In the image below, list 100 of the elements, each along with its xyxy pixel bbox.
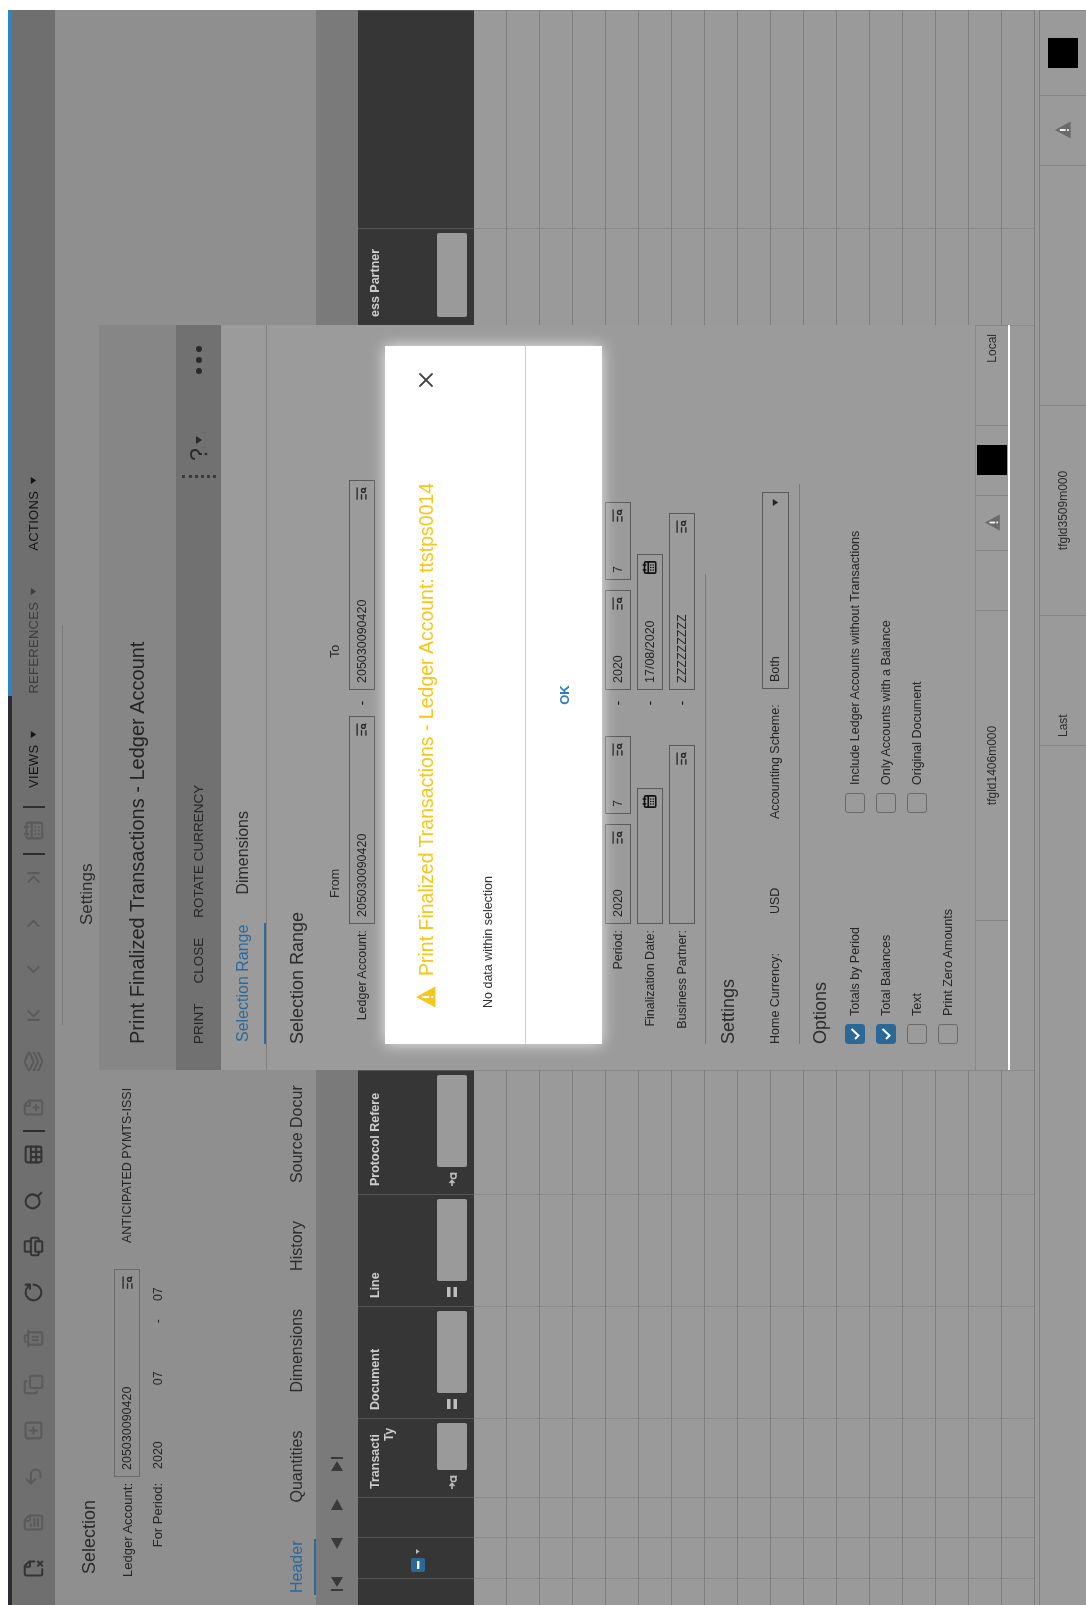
- equals-filter-icon[interactable]: [445, 1286, 459, 1298]
- dialog-title: Print Finalized Transactions - Ledger Account: ttstps0014: [414, 482, 438, 976]
- field-label: For Period:: [150, 1483, 165, 1550]
- tab[interactable]: History: [280, 1219, 316, 1273]
- column-header[interactable]: Line: [368, 1199, 382, 1298]
- date-field[interactable]: 17/08/2020: [636, 554, 663, 690]
- last-record-icon[interactable]: [329, 1455, 345, 1473]
- search-icon[interactable]: [23, 1190, 44, 1211]
- warning-icon: [415, 986, 437, 1008]
- select-all-checkbox[interactable]: [410, 1548, 425, 1572]
- option-checkbox[interactable]: Original Document: [907, 413, 927, 813]
- year-field[interactable]: 2020: [604, 824, 631, 924]
- period-field[interactable]: 7: [604, 502, 631, 580]
- business-partner-field[interactable]: [668, 745, 695, 924]
- option-checkbox[interactable]: Include Ledger Accounts without Transactions: [845, 413, 865, 813]
- tab[interactable]: Quantities: [280, 1428, 316, 1505]
- period-value: 07: [150, 1371, 165, 1386]
- ledger-account-field[interactable]: 205030090420: [348, 716, 375, 924]
- text-filter-icon[interactable]: [446, 1475, 458, 1489]
- checkbox[interactable]: [938, 1024, 958, 1044]
- menu-button[interactable]: VIEWS: [26, 711, 41, 806]
- business-partner-field[interactable]: ZZZZZZZZZ: [668, 513, 695, 690]
- checkbox[interactable]: [845, 793, 865, 813]
- equals-filter-icon[interactable]: [445, 1398, 459, 1410]
- filter-field[interactable]: [437, 1311, 467, 1393]
- printer-icon[interactable]: [23, 1236, 44, 1257]
- session-text: tfgld1406m000: [985, 725, 999, 806]
- field-label: Accounting Scheme:: [768, 703, 782, 819]
- field-label: Ledger Account:: [354, 930, 369, 1023]
- column-header[interactable]: Document: [368, 1311, 382, 1410]
- checkbox[interactable]: [876, 793, 896, 813]
- document-x-icon[interactable]: [23, 1558, 44, 1579]
- breadcrumb[interactable]: Settings: [77, 863, 99, 925]
- search-list-icon[interactable]: [354, 486, 369, 501]
- search-list-icon[interactable]: [354, 722, 369, 737]
- option-checkbox[interactable]: Only Accounts with a Balance: [876, 413, 896, 813]
- range-separator: -: [610, 699, 625, 708]
- field-label: Period:: [610, 930, 625, 972]
- search-list-icon[interactable]: [674, 519, 689, 534]
- help-icon[interactable]: [189, 435, 208, 461]
- column-header[interactable]: Protocol Refere: [368, 1075, 382, 1186]
- range-separator: -: [354, 699, 369, 708]
- option-checkbox[interactable]: Print Zero Amounts: [938, 813, 958, 1044]
- accounting-scheme-dropdown[interactable]: Both: [761, 492, 789, 689]
- search-list-icon[interactable]: [674, 751, 689, 766]
- more-icon[interactable]: [194, 345, 203, 375]
- status-text: Last: [1056, 714, 1070, 737]
- ok-button[interactable]: OK: [552, 677, 576, 713]
- check-icon: [881, 1028, 891, 1040]
- calendar-icon[interactable]: [642, 560, 657, 575]
- range-separator: -: [150, 1319, 165, 1324]
- calendar-icon[interactable]: [642, 794, 657, 809]
- menu-button[interactable]: ACTIONS: [26, 457, 41, 569]
- date-field[interactable]: [636, 788, 663, 924]
- check-icon: [850, 1028, 860, 1040]
- text-filter-icon[interactable]: [446, 1172, 458, 1186]
- search-list-icon[interactable]: [610, 830, 625, 845]
- tab[interactable]: Dimensions: [280, 1306, 316, 1395]
- status-indicator: [1048, 38, 1078, 68]
- year-value: 2020: [150, 1441, 165, 1469]
- table-icon[interactable]: [23, 1144, 44, 1165]
- mode-text: Local: [985, 334, 999, 363]
- checkbox[interactable]: [907, 1024, 927, 1044]
- search-list-icon[interactable]: [610, 596, 625, 611]
- search-list-icon[interactable]: [119, 1275, 135, 1290]
- checkbox[interactable]: [907, 793, 927, 813]
- action-button[interactable]: ROTATE CURRENCY: [191, 784, 206, 918]
- status-indicator: [977, 445, 1007, 476]
- ledger-account-field[interactable]: 205030090420: [348, 480, 375, 690]
- option-checkbox[interactable]: Text: [907, 813, 927, 1044]
- ledger-account-field[interactable]: 205030090420: [114, 1269, 140, 1477]
- tab[interactable]: Dimensions: [221, 809, 266, 897]
- field-label: Home Currency:: [768, 952, 782, 1044]
- filter-field[interactable]: [437, 1423, 467, 1470]
- panel-title: Print Finalized Transactions - Ledger Account: [99, 325, 176, 1070]
- section-heading: Options: [810, 980, 831, 1044]
- year-field[interactable]: 2020: [604, 590, 631, 690]
- section-title: Selection: [79, 1499, 100, 1574]
- column-header[interactable]: ess Partner: [368, 233, 382, 317]
- caret-icon: [770, 498, 780, 507]
- option-checkbox[interactable]: Total Balances: [876, 813, 896, 1044]
- action-button[interactable]: PRINT: [191, 1003, 206, 1044]
- filter-field[interactable]: [437, 1199, 467, 1281]
- search-list-icon[interactable]: [610, 742, 625, 757]
- period-field[interactable]: 7: [604, 736, 631, 814]
- refresh-icon[interactable]: [23, 1282, 44, 1303]
- warning-icon: [983, 514, 1001, 532]
- search-list-icon[interactable]: [610, 508, 625, 523]
- column-header[interactable]: Transacti: [368, 1423, 382, 1489]
- tab[interactable]: Source Docur: [280, 1083, 316, 1186]
- checkbox[interactable]: [845, 1024, 865, 1044]
- first-record-icon[interactable]: [329, 1575, 345, 1593]
- checkbox[interactable]: [876, 1024, 896, 1044]
- column-label: From: [328, 867, 342, 898]
- filter-field[interactable]: [437, 233, 467, 317]
- filter-field[interactable]: [437, 1075, 467, 1167]
- currency-value: USD: [768, 886, 782, 914]
- action-button[interactable]: CLOSE: [191, 937, 206, 984]
- option-checkbox[interactable]: Totals by Period: [845, 813, 865, 1044]
- field-label: Ledger Account:: [119, 1483, 135, 1579]
